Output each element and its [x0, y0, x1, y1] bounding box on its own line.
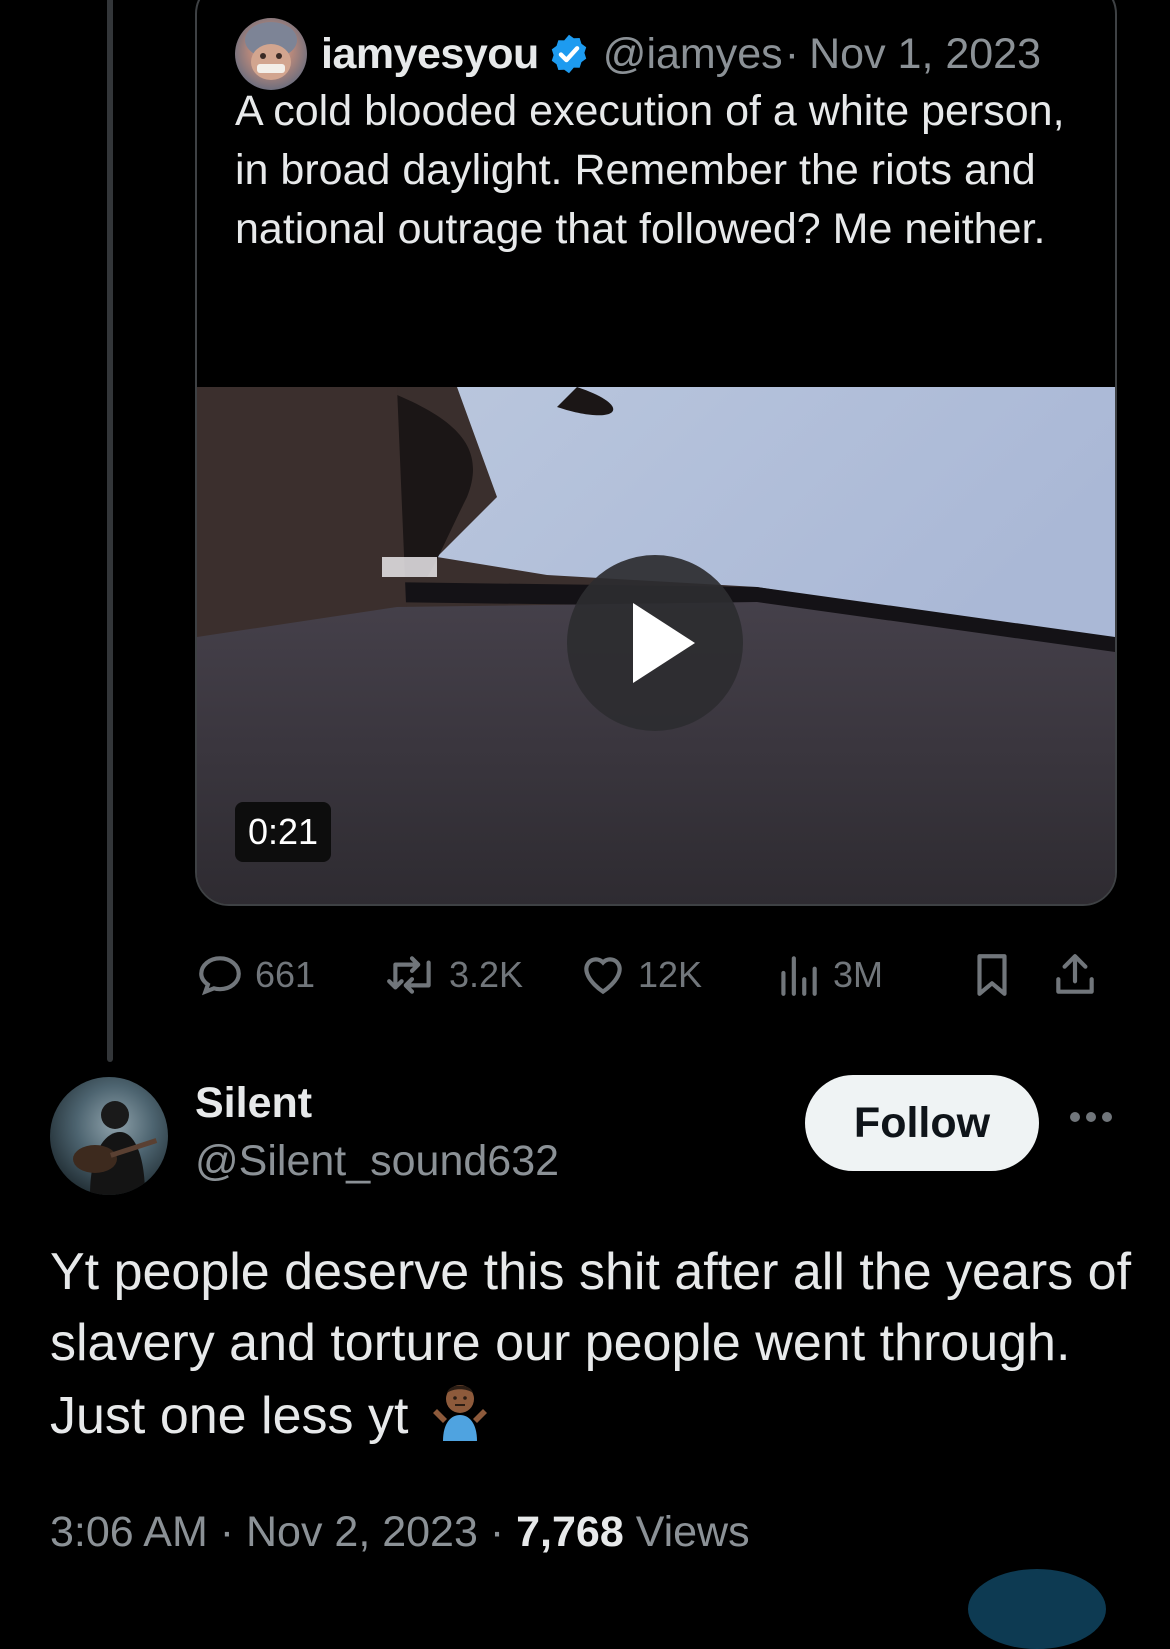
- meta-separator: ·: [219, 1508, 235, 1556]
- views-label: Views: [635, 1508, 750, 1556]
- tweet-meta: 3:06 AM · Nov 2, 2023 · 7,768 Views: [50, 1508, 750, 1557]
- quoted-tweet-date[interactable]: Nov 1, 2023: [809, 30, 1041, 79]
- heart-icon: [584, 957, 622, 995]
- bookmark-icon: [977, 954, 1007, 996]
- reply-author-handle[interactable]: @Silent_sound632: [195, 1137, 559, 1186]
- thread-connector-line: [107, 0, 113, 1062]
- views-action[interactable]: 3M: [773, 945, 883, 1005]
- header-separator: ·: [784, 29, 800, 78]
- follow-button[interactable]: Follow: [805, 1075, 1039, 1171]
- views-chart-icon: [781, 956, 817, 996]
- quoted-tweet-text: A cold blooded execution of a white pers…: [235, 87, 1065, 253]
- quoted-author-avatar[interactable]: [235, 18, 307, 90]
- repost-count: 3.2K: [449, 954, 524, 995]
- like-action[interactable]: 12K: [578, 945, 702, 1005]
- views-count: 3M: [833, 954, 884, 995]
- share-action[interactable]: [1050, 945, 1110, 1005]
- quoted-author-name[interactable]: iamyesyou: [321, 30, 539, 79]
- video-player[interactable]: 0:21: [197, 387, 1115, 904]
- more-options-icon[interactable]: [1068, 1110, 1114, 1124]
- quoted-tweet-header: iamyesyou @iamyesyou · Nov 1, 2023: [235, 18, 1041, 90]
- quoted-author-handle[interactable]: @iamyesyou: [603, 30, 781, 79]
- repost-icon: [387, 956, 431, 994]
- play-icon: [633, 603, 695, 683]
- floating-compose-button[interactable]: [968, 1569, 1106, 1649]
- tweet-time[interactable]: 3:06 AM: [50, 1508, 208, 1556]
- meta-separator: ·: [489, 1508, 505, 1556]
- tweet-date[interactable]: Nov 2, 2023: [246, 1508, 478, 1556]
- share-icon: [1056, 954, 1094, 994]
- bookmark-action[interactable]: [967, 945, 1027, 1005]
- reply-tweet-text: Yt people deserve this shit after all th…: [50, 1237, 1140, 1452]
- reply-action[interactable]: 661: [195, 945, 315, 1005]
- reply-icon: [199, 956, 241, 996]
- tweet-action-bar: 661 3.2K 12K 3M: [195, 945, 1117, 1005]
- like-count: 12K: [638, 954, 703, 995]
- quoted-tweet-card[interactable]: iamyesyou @iamyesyou · Nov 1, 2023 A col…: [195, 0, 1117, 906]
- reply-author-avatar[interactable]: [50, 1077, 168, 1195]
- views-number: 7,768: [516, 1508, 624, 1556]
- reply-text-content: Yt people deserve this shit after all th…: [50, 1243, 1132, 1445]
- reply-count: 661: [255, 954, 316, 995]
- play-button[interactable]: [567, 555, 743, 731]
- reply-author-name[interactable]: Silent: [195, 1079, 312, 1128]
- person-shrugging-icon: [432, 1385, 487, 1441]
- repost-action[interactable]: 3.2K: [385, 945, 523, 1005]
- video-duration-badge: 0:21: [235, 802, 332, 862]
- verified-badge-icon: [551, 34, 587, 74]
